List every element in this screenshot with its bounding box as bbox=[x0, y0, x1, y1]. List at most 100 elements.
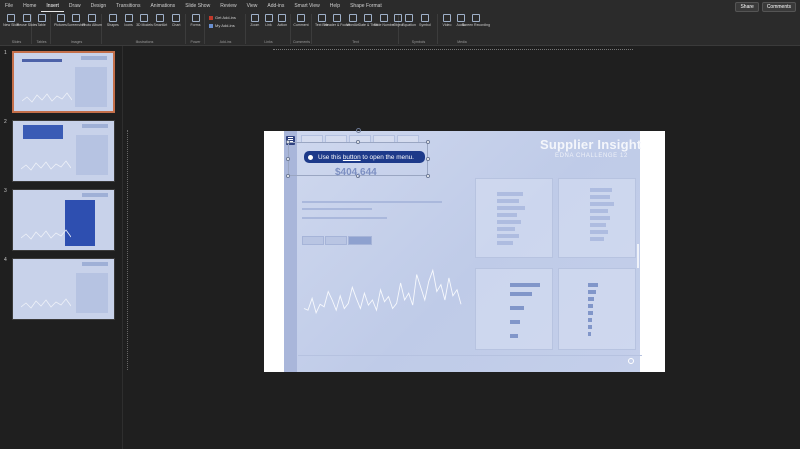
bar bbox=[497, 213, 517, 217]
smartart-button[interactable]: SmartArt bbox=[153, 14, 167, 27]
link-button[interactable]: Link bbox=[263, 14, 275, 27]
bar bbox=[497, 206, 525, 210]
bar bbox=[588, 304, 593, 308]
slide-thumbnail-3[interactable] bbox=[12, 189, 115, 251]
comments-button[interactable]: Comments bbox=[761, 2, 796, 12]
summary-text-line bbox=[302, 208, 372, 210]
tab-view[interactable]: View bbox=[242, 0, 263, 12]
ribbon: New Slide Reuse Slides Slides Table Tabl… bbox=[0, 12, 800, 46]
menu-hint-tooltip[interactable]: Use this button to open the menu. bbox=[304, 151, 425, 163]
wordart-button[interactable]: WordArt bbox=[346, 14, 359, 27]
tab-file[interactable]: File bbox=[0, 0, 18, 12]
action-button[interactable]: Action bbox=[276, 14, 288, 27]
photo-album-icon bbox=[88, 14, 96, 22]
icons-button[interactable]: Icons bbox=[122, 14, 136, 27]
resize-handle[interactable] bbox=[426, 140, 430, 144]
bar bbox=[590, 216, 610, 220]
thumb-panel bbox=[76, 273, 108, 313]
store-icon bbox=[209, 15, 213, 20]
screenshot-button[interactable]: Screenshot bbox=[67, 14, 85, 27]
tab-transitions[interactable]: Transitions bbox=[111, 0, 145, 12]
rotate-handle[interactable] bbox=[356, 128, 361, 133]
share-button[interactable]: Share bbox=[735, 2, 759, 12]
forms-button[interactable]: Forms bbox=[189, 14, 202, 27]
slide-thumbnail-2[interactable] bbox=[12, 120, 115, 182]
page-subtitle: EDNA CHALLENGE 12 bbox=[555, 153, 628, 159]
audio-icon bbox=[457, 14, 465, 22]
tab-draw[interactable]: Draw bbox=[64, 0, 86, 12]
tab-animations[interactable]: Animations bbox=[145, 0, 180, 12]
chart-button[interactable]: Chart bbox=[169, 14, 183, 27]
wordart-icon bbox=[348, 14, 357, 22]
equation-button[interactable]: Equation bbox=[402, 14, 416, 27]
tab-add-ins[interactable]: Add-ins bbox=[262, 0, 289, 12]
thumb-line-chart bbox=[21, 229, 71, 240]
ribbon-group-symbols: Equation Symbol Symbols bbox=[400, 14, 438, 44]
resize-handle[interactable] bbox=[426, 174, 430, 178]
link-icon bbox=[264, 14, 273, 22]
tab-insert[interactable]: Insert bbox=[41, 0, 64, 12]
symbol-button[interactable]: Symbol bbox=[418, 14, 432, 27]
pi-icon bbox=[405, 14, 413, 22]
shapes-button[interactable]: Shapes bbox=[106, 14, 120, 27]
thumb-title bbox=[82, 262, 108, 266]
bar bbox=[510, 292, 532, 296]
thumb-panel bbox=[76, 135, 108, 175]
panel-top-left bbox=[475, 178, 553, 258]
resize-handle[interactable] bbox=[286, 140, 290, 144]
resize-handle[interactable] bbox=[286, 174, 290, 178]
video-button[interactable]: Video bbox=[441, 14, 453, 27]
bar bbox=[497, 199, 519, 203]
slide-number-button[interactable]: Slide Number bbox=[374, 14, 395, 27]
bar bbox=[588, 290, 596, 294]
bar bbox=[590, 237, 604, 241]
date-time-icon bbox=[364, 14, 373, 22]
photo-album-button[interactable]: Photo Album bbox=[82, 14, 102, 27]
comment-icon bbox=[297, 14, 305, 22]
filter-button[interactable] bbox=[302, 236, 324, 245]
tab-home[interactable]: Home bbox=[18, 0, 41, 12]
slide-thumbnail-1[interactable] bbox=[12, 51, 115, 113]
filter-button[interactable] bbox=[325, 236, 347, 245]
ribbon-group-slides: New Slide Reuse Slides Slides bbox=[2, 14, 37, 44]
scroll-indicator[interactable] bbox=[637, 244, 639, 268]
ruler-ticks bbox=[273, 47, 633, 50]
my-add-ins-button[interactable]: My Add-ins bbox=[206, 22, 245, 30]
tab-smart-view[interactable]: Smart View bbox=[289, 0, 324, 12]
bar bbox=[588, 325, 592, 329]
tab-help[interactable]: Help bbox=[325, 0, 345, 12]
bar bbox=[590, 230, 608, 234]
slide-number-label: 1 bbox=[4, 50, 7, 56]
bar bbox=[590, 188, 612, 192]
header-footer-button[interactable]: Header & Footer bbox=[325, 14, 350, 27]
comment-button[interactable]: Comment bbox=[293, 14, 309, 27]
summary-text-line bbox=[302, 217, 387, 219]
reuse-slides-button[interactable]: Reuse Slides bbox=[17, 14, 37, 27]
slide-thumbnail-4[interactable] bbox=[12, 258, 115, 320]
bar bbox=[497, 192, 523, 196]
table-button[interactable]: Table bbox=[35, 14, 48, 27]
get-add-ins-button[interactable]: Get Add-ins bbox=[206, 14, 245, 22]
tab-shape-format[interactable]: Shape Format bbox=[345, 0, 387, 12]
filter-button-active[interactable] bbox=[348, 236, 372, 245]
info-icon[interactable] bbox=[628, 358, 634, 364]
thumb-panel bbox=[75, 67, 107, 107]
screen-recording-button[interactable]: Screen Recording bbox=[462, 14, 490, 27]
3d-models-icon bbox=[140, 14, 149, 22]
ribbon-group-images: Pictures Screenshot Photo Album Images bbox=[52, 14, 102, 44]
tab-review[interactable]: Review bbox=[215, 0, 241, 12]
resize-handle[interactable] bbox=[426, 157, 430, 161]
zoom-button[interactable]: Zoom bbox=[249, 14, 261, 27]
resize-handle[interactable] bbox=[286, 157, 290, 161]
tab-slide-show[interactable]: Slide Show bbox=[180, 0, 215, 12]
thumb-title bbox=[82, 124, 108, 128]
tab-design[interactable]: Design bbox=[86, 0, 112, 12]
thumb-header-bar bbox=[22, 59, 62, 62]
3d-models-button[interactable]: 3D Models bbox=[136, 14, 153, 27]
pictures-button[interactable]: Pictures bbox=[54, 14, 67, 27]
thumb-popup bbox=[23, 125, 63, 139]
menu-right-actions: Share Comments bbox=[735, 2, 796, 12]
resize-handle[interactable] bbox=[356, 140, 360, 144]
slide-number-label: 2 bbox=[4, 119, 7, 125]
slide-number-label: 4 bbox=[4, 257, 7, 263]
